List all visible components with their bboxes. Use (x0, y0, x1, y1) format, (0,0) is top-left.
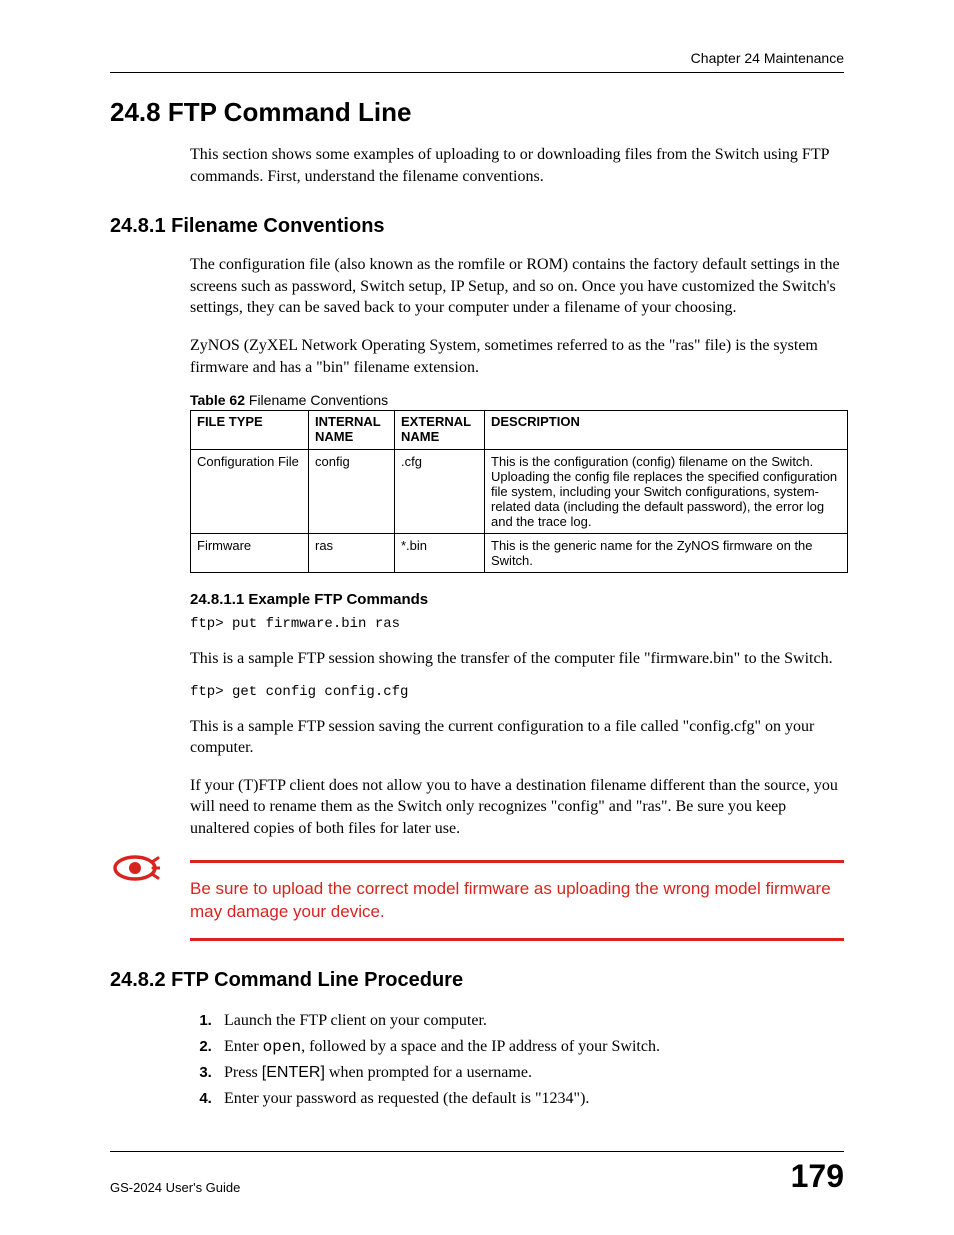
cell-internal-name: ras (309, 534, 395, 573)
step-4-text: Enter your password as requested (the de… (224, 1090, 589, 1107)
cell-description: This is the configuration (config) filen… (485, 450, 848, 534)
para-24-8-1-b: ZyNOS (ZyXEL Network Operating System, s… (190, 335, 844, 378)
footer-guide-name: GS-2024 User's Guide (110, 1180, 240, 1195)
ftp-get-desc: This is a sample FTP session saving the … (190, 716, 844, 759)
step-3-suffix: when prompted for a username. (325, 1064, 532, 1081)
intro-text: This section shows some examples of uplo… (190, 144, 844, 187)
col-external-name: EXTERNAL NAME (395, 411, 485, 450)
heading-24-8-1: 24.8.1 Filename Conventions (110, 215, 844, 238)
warning-top-bar (190, 860, 844, 863)
step-2-prefix: Enter (224, 1038, 263, 1055)
chapter-header: Chapter 24 Maintenance (110, 50, 844, 66)
ftp-put-desc: This is a sample FTP session showing the… (190, 648, 844, 670)
table-62-caption: Table 62 Filename Conventions (190, 392, 844, 408)
step-2-command: open (263, 1038, 301, 1056)
step-4: Enter your password as requested (the de… (216, 1086, 844, 1112)
cell-external-name: .cfg (395, 450, 485, 534)
warning-text: Be sure to upload the correct model firm… (190, 877, 844, 925)
step-2: Enter open, followed by a space and the … (216, 1034, 844, 1061)
filename-conventions-table: FILE TYPE INTERNAL NAME EXTERNAL NAME DE… (190, 410, 848, 573)
header-rule (110, 72, 844, 73)
table-62-caption-rest: Filename Conventions (245, 392, 388, 408)
para-24-8-1-a: The configuration file (also known as th… (190, 254, 844, 319)
step-3-prefix: Press (224, 1064, 262, 1081)
table-header-row: FILE TYPE INTERNAL NAME EXTERNAL NAME DE… (191, 411, 848, 450)
heading-24-8-1-1: 24.8.1.1 Example FTP Commands (190, 591, 844, 608)
step-2-suffix: , followed by a space and the IP address… (301, 1038, 660, 1055)
ftp-put-example: ftp> put firmware.bin ras (190, 616, 844, 632)
page-number: 179 (791, 1158, 844, 1195)
warning-bottom-bar (190, 938, 844, 941)
col-description: DESCRIPTION (485, 411, 848, 450)
warning-callout: Be sure to upload the correct model firm… (110, 860, 844, 942)
cell-external-name: *.bin (395, 534, 485, 573)
col-file-type: FILE TYPE (191, 411, 309, 450)
step-3: Press [ENTER] when prompted for a userna… (216, 1060, 844, 1086)
table-62-caption-bold: Table 62 (190, 392, 245, 408)
heading-24-8-2: 24.8.2 FTP Command Line Procedure (110, 969, 844, 992)
ftp-get-example: ftp> get config config.cfg (190, 684, 844, 700)
col-internal-name: INTERNAL NAME (309, 411, 395, 450)
cell-internal-name: config (309, 450, 395, 534)
eye-icon (110, 852, 160, 889)
cell-description: This is the generic name for the ZyNOS f… (485, 534, 848, 573)
cell-file-type: Firmware (191, 534, 309, 573)
tftp-note: If your (T)FTP client does not allow you… (190, 775, 844, 840)
table-row: Configuration File config .cfg This is t… (191, 450, 848, 534)
ftp-procedure-list: Launch the FTP client on your computer. … (190, 1008, 844, 1111)
step-1: Launch the FTP client on your computer. (216, 1008, 844, 1034)
page-footer: GS-2024 User's Guide 179 (110, 1151, 844, 1195)
cell-file-type: Configuration File (191, 450, 309, 534)
step-1-text: Launch the FTP client on your computer. (224, 1012, 487, 1029)
table-row: Firmware ras *.bin This is the generic n… (191, 534, 848, 573)
heading-24-8: 24.8 FTP Command Line (110, 97, 844, 128)
step-3-key: [ENTER] (262, 1064, 325, 1081)
